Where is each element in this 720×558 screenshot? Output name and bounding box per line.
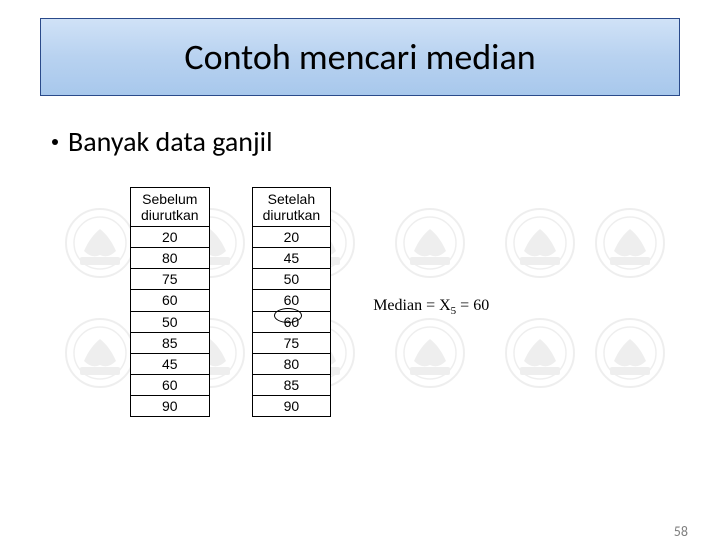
median-var: X [439, 297, 451, 314]
table-cell: 20 [252, 227, 331, 248]
median-label: Median [373, 297, 422, 314]
header-line: diurutkan [141, 207, 199, 223]
median-value: 60 [473, 297, 489, 314]
table-cell: 90 [252, 395, 331, 416]
bullet-icon [52, 139, 58, 145]
table-cell: 80 [252, 353, 331, 374]
table-cell: 45 [131, 353, 210, 374]
table-after: Setelah diurutkan 20 45 50 60 60 75 80 8… [252, 187, 332, 417]
table-cell: 75 [252, 332, 331, 353]
table-cell: 20 [131, 227, 210, 248]
header-line: Setelah [268, 191, 315, 207]
page-number: 58 [674, 523, 688, 540]
title-box: Contoh mencari median [40, 18, 680, 96]
table-cell: 60 [131, 374, 210, 395]
median-equation: Median = X5 = 60 [373, 297, 489, 317]
median-sub: 5 [451, 305, 457, 317]
table-before-header: Sebelum diurutkan [131, 188, 210, 227]
table-cell: 75 [131, 269, 210, 290]
bullet-item: Banyak data ganjil [52, 124, 680, 159]
bullet-text: Banyak data ganjil [68, 124, 273, 159]
table-cell: 90 [131, 395, 210, 416]
table-cell: 50 [252, 269, 331, 290]
table-cell: 50 [131, 311, 210, 332]
header-line: Sebelum [142, 191, 197, 207]
table-cell: 45 [252, 248, 331, 269]
header-line: diurutkan [263, 207, 321, 223]
tables-container: Sebelum diurutkan 20 80 75 60 50 85 45 6… [40, 183, 680, 417]
content-area: Sebelum diurutkan 20 80 75 60 50 85 45 6… [40, 183, 680, 463]
table-cell: 85 [252, 374, 331, 395]
table-cell: 80 [131, 248, 210, 269]
table-after-header: Setelah diurutkan [252, 188, 331, 227]
table-cell: 60 [131, 290, 210, 311]
table-cell: 85 [131, 332, 210, 353]
median-circle-marker [274, 308, 302, 323]
table-before: Sebelum diurutkan 20 80 75 60 50 85 45 6… [130, 187, 210, 417]
slide-title: Contoh mencari median [41, 35, 679, 79]
table-after-wrap: Setelah diurutkan 20 45 50 60 60 75 80 8… [252, 187, 332, 417]
